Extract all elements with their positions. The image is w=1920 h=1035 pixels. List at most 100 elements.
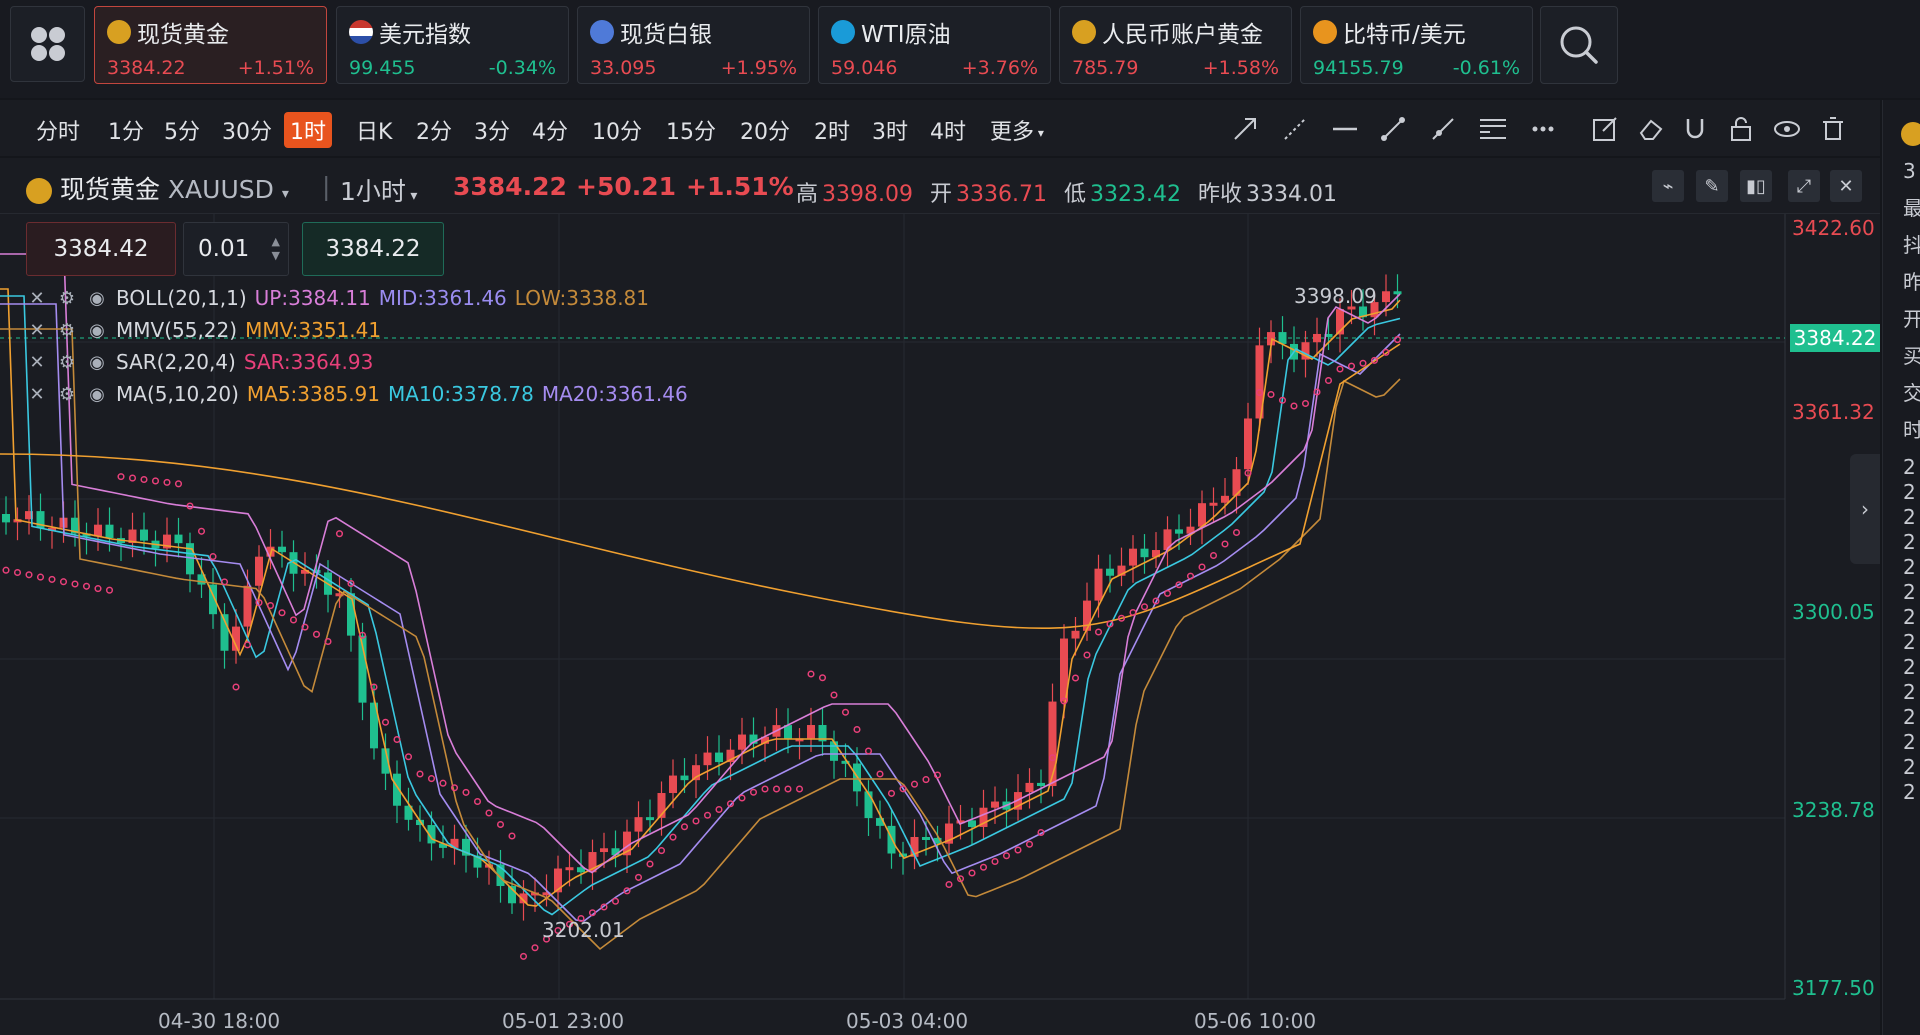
ticker-price: 99.455 xyxy=(349,57,416,79)
time-axis-label: 05-01 23:00 xyxy=(502,1009,625,1033)
settings-icon[interactable]: ⚙ xyxy=(56,320,78,341)
collapse-panel-button[interactable]: › xyxy=(1850,454,1880,564)
sell-button[interactable]: 3384.42 xyxy=(26,222,176,276)
sar-dot xyxy=(818,674,827,682)
ticker-change: +1.58% xyxy=(1202,57,1279,79)
header-divider: | xyxy=(322,172,331,201)
settings-icon[interactable]: ⚙ xyxy=(56,384,78,405)
right-panel-glyph: 2 xyxy=(1903,730,1916,754)
sar-dot xyxy=(439,779,447,787)
eye-icon[interactable]: ◉ xyxy=(86,352,108,373)
sar-dot xyxy=(634,873,643,881)
ray-tool[interactable] xyxy=(1428,114,1458,144)
period-2h[interactable]: 2时 xyxy=(810,112,854,148)
sar-dot xyxy=(945,880,953,889)
period-daily[interactable]: 日K xyxy=(352,112,396,148)
symbol-selector[interactable]: 现货黄金 XAUUSD ▾ xyxy=(26,170,289,206)
candle-body xyxy=(243,585,252,627)
sar-dot xyxy=(1025,840,1034,848)
period-10m[interactable]: 10分 xyxy=(588,112,646,148)
app-menu-button[interactable] xyxy=(10,6,85,82)
sar-dot xyxy=(312,630,321,638)
ticker-spot-silver[interactable]: 现货白银 33.095 +1.95% xyxy=(577,6,810,84)
eye-icon[interactable]: ◉ xyxy=(86,384,108,405)
close-chart-button[interactable]: ✕ xyxy=(1830,170,1862,202)
candle-body xyxy=(1037,782,1045,787)
ticker-spot-gold[interactable]: 现货黄金 3384.22 +1.51% xyxy=(94,6,327,84)
chart-type-button[interactable]: ⌁ xyxy=(1652,170,1684,202)
period-15m[interactable]: 15分 xyxy=(662,112,720,148)
eye-icon[interactable]: ◉ xyxy=(86,288,108,309)
sar-dot xyxy=(784,785,792,793)
ticker-cny-gold[interactable]: 人民币账户黄金 785.79 +1.58% xyxy=(1059,6,1292,84)
ticker-price: 3384.22 xyxy=(107,57,186,79)
period-4h[interactable]: 4时 xyxy=(926,112,970,148)
ticker-change: +3.76% xyxy=(961,57,1038,79)
indicator-row-boll: ✕ ⚙ ◉ BOLL(20,1,1) UP:3384.11 MID:3361.46 … xyxy=(26,286,649,310)
settings-icon[interactable]: ⚙ xyxy=(56,352,78,373)
candle-body xyxy=(703,752,712,766)
period-1h[interactable]: 1时 xyxy=(284,112,332,148)
ticker-change: -0.34% xyxy=(488,57,556,79)
close-icon[interactable]: ✕ xyxy=(26,352,48,373)
segment-tool[interactable] xyxy=(1378,114,1408,144)
candle-style-button[interactable]: ▮▯ xyxy=(1740,170,1772,202)
close-icon[interactable]: ✕ xyxy=(26,288,48,309)
settings-icon[interactable]: ⚙ xyxy=(56,288,78,309)
visibility-tool[interactable] xyxy=(1772,114,1802,144)
period-3m[interactable]: 3分 xyxy=(470,112,514,148)
period-5m[interactable]: 5分 xyxy=(160,112,204,148)
horizontal-line-tool[interactable] xyxy=(1330,114,1360,144)
candle-body xyxy=(255,556,263,586)
period-20m[interactable]: 20分 xyxy=(736,112,794,148)
candle-body xyxy=(1129,548,1137,566)
period-2m[interactable]: 2分 xyxy=(412,112,456,148)
low-value: 3323.42 xyxy=(1090,182,1181,207)
ticker-wti-oil[interactable]: WTI原油 59.046 +3.76% xyxy=(818,6,1051,84)
ticker-usd-index[interactable]: 美元指数 99.455 -0.34% xyxy=(336,6,569,84)
right-panel-glyph: 2 xyxy=(1903,755,1916,779)
period-3h[interactable]: 3时 xyxy=(868,112,912,148)
sar-dot xyxy=(1209,551,1218,560)
sar-dot xyxy=(657,847,666,855)
sar-dot xyxy=(692,817,700,825)
fullscreen-button[interactable]: ⤢ xyxy=(1788,170,1820,202)
ticker-bitcoin-usd[interactable]: 比特币/美元 94155.79 -0.61% xyxy=(1300,6,1533,84)
arrow-line-tool[interactable] xyxy=(1230,114,1260,144)
stepper-arrows-icon[interactable]: ▲ ▼ xyxy=(272,235,280,263)
sar-dot xyxy=(611,897,620,905)
period-30m[interactable]: 30分 xyxy=(218,112,276,148)
candle-body xyxy=(1393,291,1402,295)
right-panel-glyph: 昨 xyxy=(1903,271,1920,294)
chart-area[interactable]: 3384.42 0.01 ▲ ▼ 3384.22 ✕ ⚙ ◉ BOLL(20,1,1)… xyxy=(0,214,1880,1035)
sar-dot xyxy=(48,575,56,583)
candle-body xyxy=(1106,568,1114,576)
edit-tool[interactable] xyxy=(1590,114,1620,144)
eraser-tool[interactable] xyxy=(1636,114,1666,144)
fibonacci-tool[interactable] xyxy=(1478,114,1508,144)
right-panel-glyph: 2 xyxy=(1903,580,1916,604)
period-1m[interactable]: 1分 xyxy=(104,112,148,148)
close-icon[interactable]: ✕ xyxy=(26,320,48,341)
buy-button[interactable]: 3384.22 xyxy=(302,222,444,276)
magnet-tool[interactable] xyxy=(1680,114,1710,144)
search-button[interactable] xyxy=(1540,6,1618,84)
sar-dot xyxy=(738,794,746,802)
interval-selector[interactable]: 1小时 ▾ xyxy=(340,172,417,208)
sar-dot xyxy=(71,580,79,588)
lot-size-stepper[interactable]: 0.01 ▲ ▼ xyxy=(183,222,289,276)
more-tools-button[interactable] xyxy=(1528,114,1558,144)
period-more[interactable]: 更多 ▾ xyxy=(986,112,1048,148)
delete-tool[interactable] xyxy=(1818,114,1848,144)
ticker-change: +1.95% xyxy=(720,57,797,79)
lock-tool[interactable] xyxy=(1726,114,1756,144)
sar-dot xyxy=(991,857,999,866)
drawing-toggle-button[interactable]: ✎ xyxy=(1696,170,1728,202)
dashed-line-tool[interactable] xyxy=(1280,114,1310,144)
eye-icon[interactable]: ◉ xyxy=(86,320,108,341)
close-icon[interactable]: ✕ xyxy=(26,384,48,405)
high-label: 高 xyxy=(796,182,819,207)
period-4m[interactable]: 4分 xyxy=(528,112,572,148)
period-timeshare[interactable]: 分时 xyxy=(32,112,84,148)
ticker-name: 美元指数 xyxy=(379,22,471,48)
